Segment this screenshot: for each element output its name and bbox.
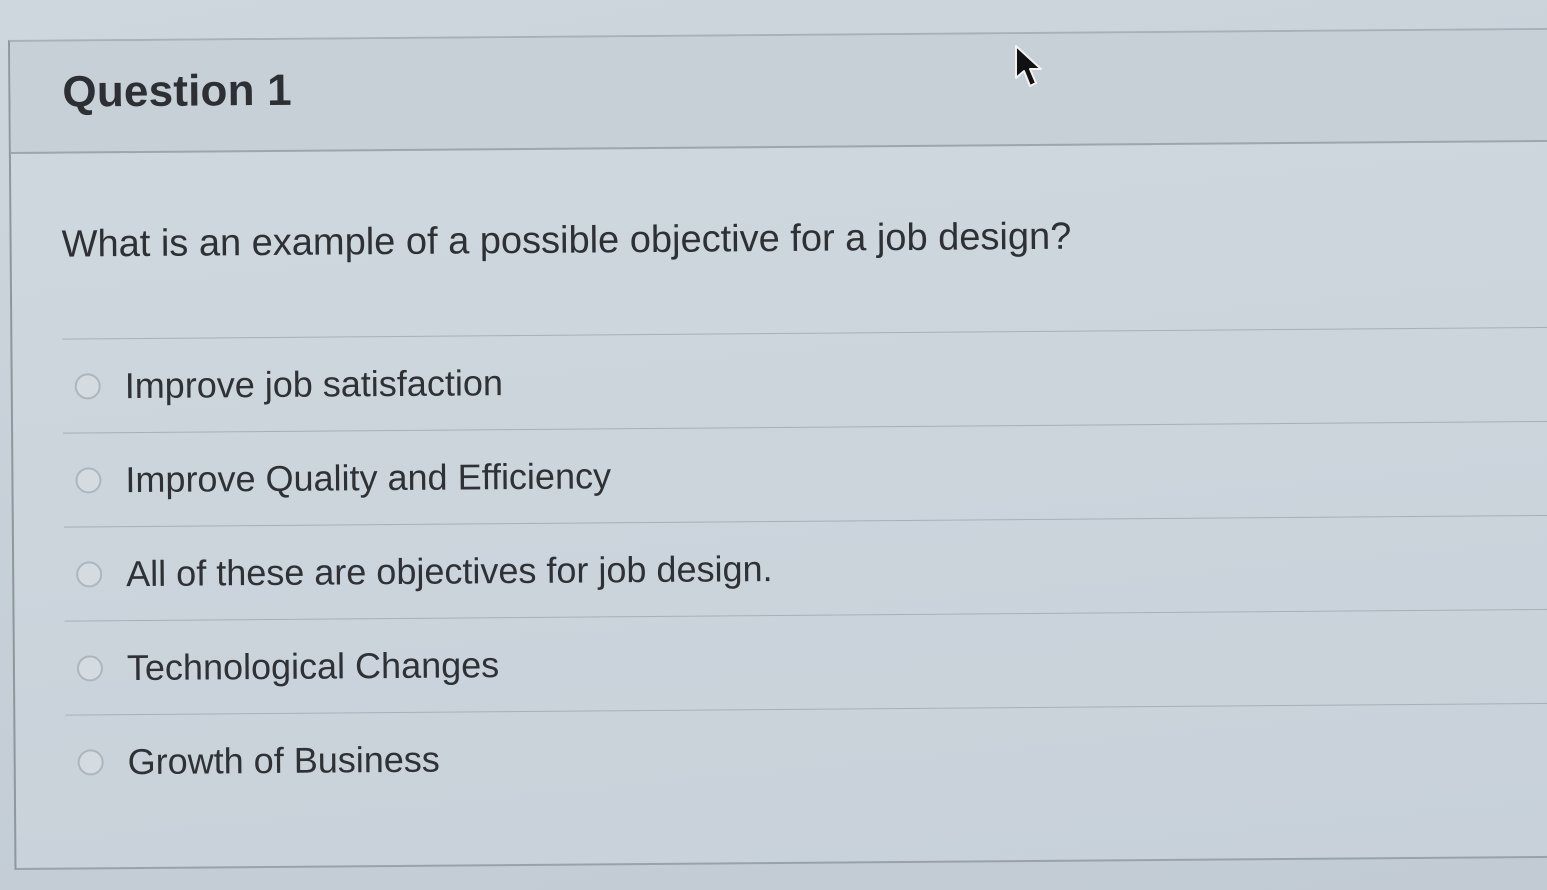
radio-button-icon[interactable]	[76, 654, 104, 681]
quiz-page: Question 1 What is an example of a possi…	[0, 0, 1547, 890]
answer-label[interactable]: All of these are objectives for job desi…	[126, 548, 773, 595]
answer-list: Improve job satisfaction Improve Quality…	[62, 326, 1547, 810]
answer-option-3[interactable]: All of these are objectives for job desi…	[63, 515, 1547, 622]
radio-button-icon[interactable]	[77, 749, 104, 776]
mouse-pointer-icon	[1015, 45, 1042, 87]
answer-label[interactable]: Growth of Business	[128, 739, 440, 783]
question-card: Question 1 What is an example of a possi…	[8, 27, 1547, 870]
answer-option-2[interactable]: Improve Quality and Efficiency	[63, 421, 1547, 528]
answer-option-1[interactable]: Improve job satisfaction	[62, 327, 1547, 434]
question-body: What is an example of a possible objecti…	[11, 142, 1547, 810]
answer-option-5[interactable]: Growth of Business	[65, 704, 1547, 810]
question-header: Question 1	[10, 29, 1547, 154]
radio-button-icon[interactable]	[75, 466, 102, 493]
radio-button-icon[interactable]	[74, 372, 101, 399]
answer-label[interactable]: Improve Quality and Efficiency	[125, 455, 611, 501]
radio-button-icon[interactable]	[76, 560, 103, 587]
question-text: What is an example of a possible objecti…	[61, 215, 1072, 266]
answer-label[interactable]: Improve job satisfaction	[125, 362, 504, 407]
answer-option-4[interactable]: Technological Changes	[64, 609, 1547, 716]
question-title: Question 1	[62, 65, 292, 117]
answer-label[interactable]: Technological Changes	[127, 644, 500, 689]
